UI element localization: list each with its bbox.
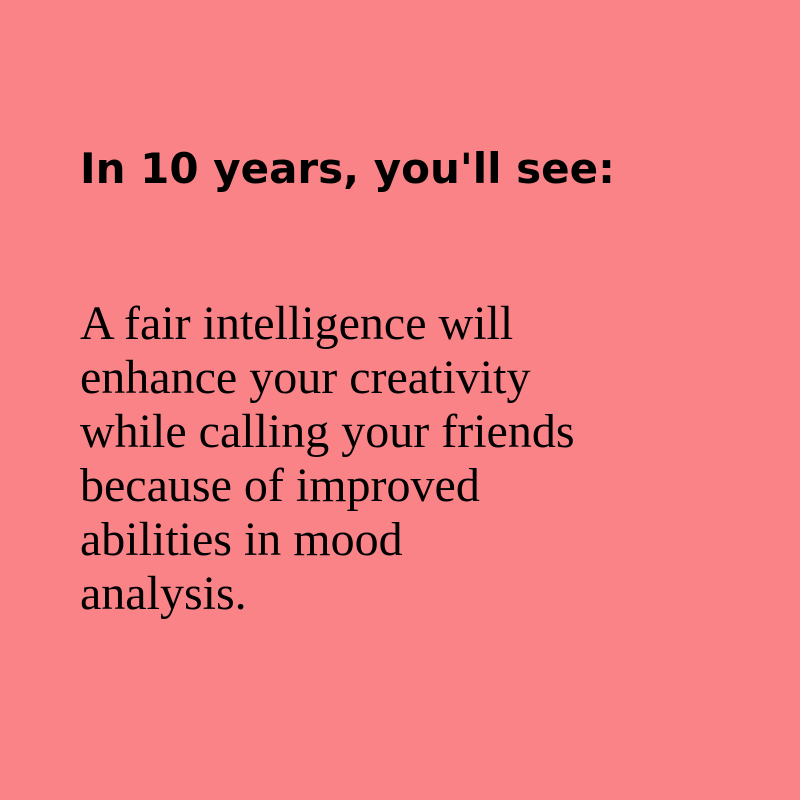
prediction-text: A fair intelligence will enhance your cr… [80, 297, 575, 621]
prediction-line: because of improved [80, 459, 480, 512]
prediction-line: analysis. [80, 567, 247, 620]
quote-card: In 10 years, you'll see: A fair intellig… [0, 0, 800, 800]
prediction-line: while calling your friends [80, 405, 575, 458]
headline: In 10 years, you'll see: [80, 144, 615, 193]
prediction-line: A fair intelligence will [80, 297, 514, 350]
prediction-line: abilities in mood [80, 513, 403, 566]
prediction-line: enhance your creativity [80, 351, 531, 404]
